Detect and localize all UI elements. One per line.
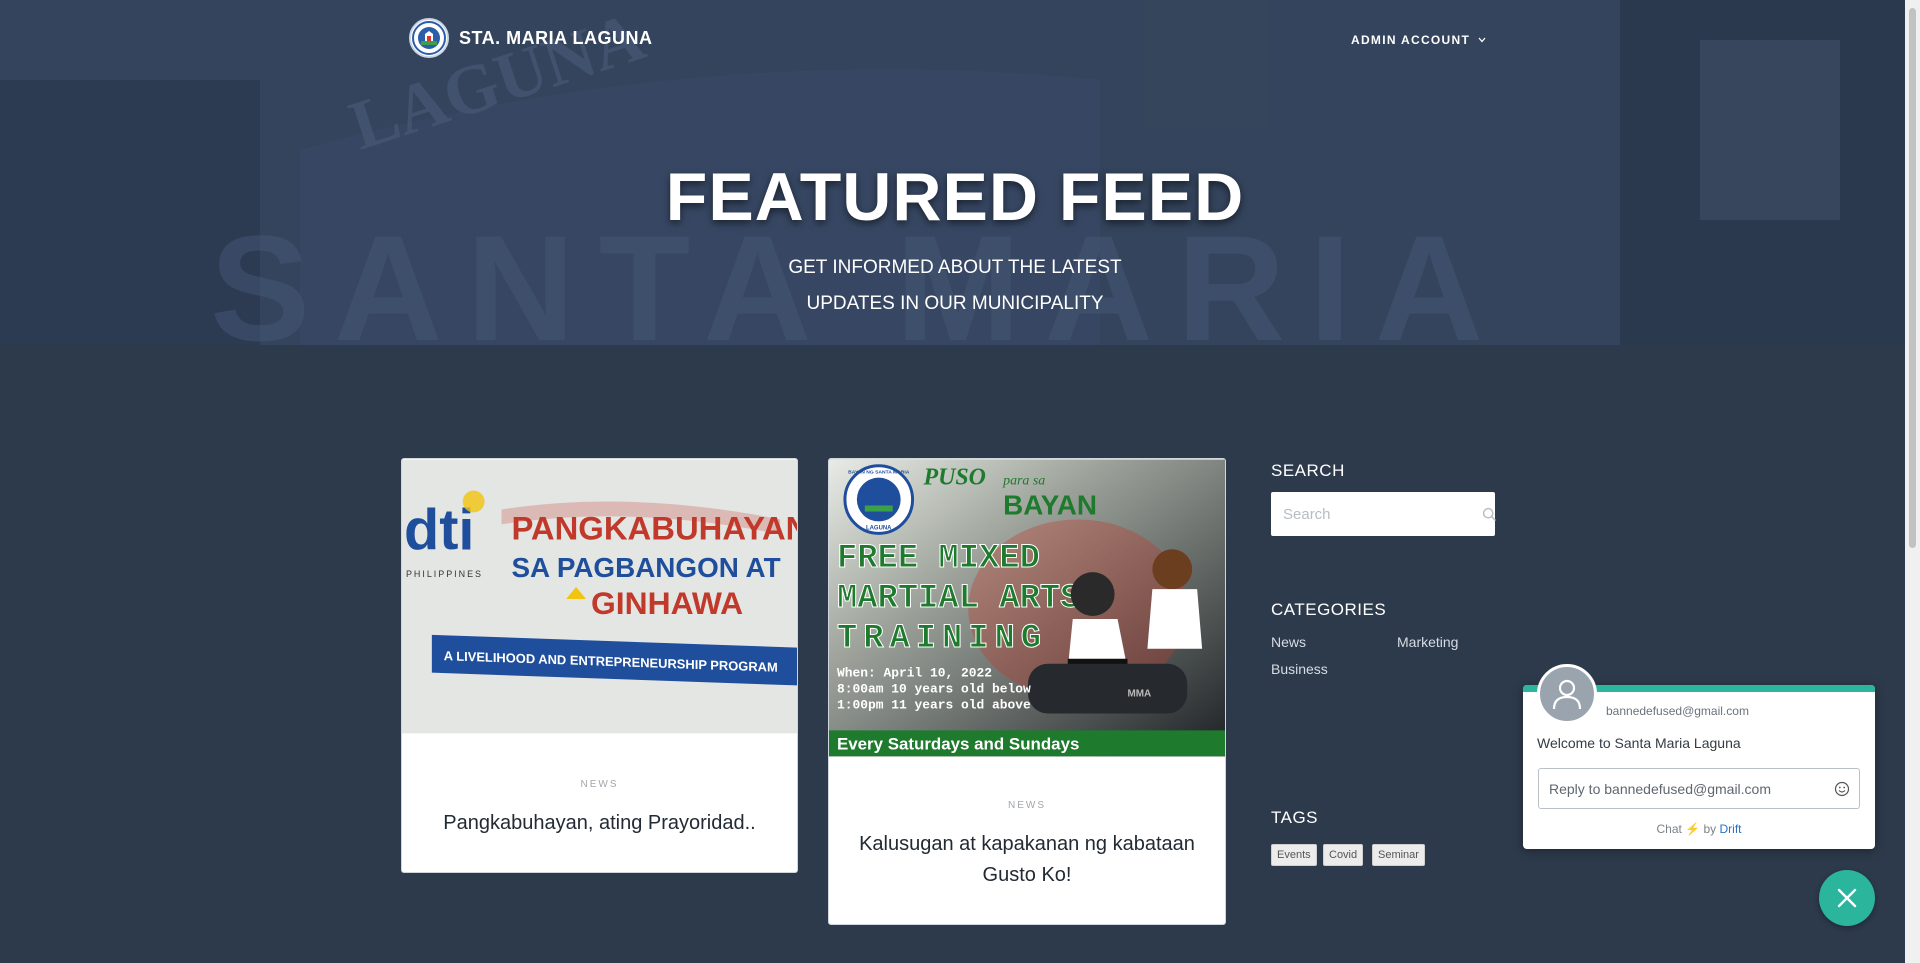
post-category: NEWS	[1008, 800, 1046, 811]
chat-reply-input[interactable]	[1539, 769, 1825, 808]
tag-events[interactable]: Events	[1271, 844, 1317, 866]
image-time-1: 8:00am 10 years old below	[837, 682, 1031, 697]
page-scrollbar[interactable]	[1905, 0, 1920, 963]
bolt-icon: ⚡	[1685, 822, 1701, 836]
category-link-business[interactable]: Business	[1271, 661, 1328, 677]
seal-sub: LAGUNA	[866, 525, 892, 531]
chat-reply-box	[1538, 768, 1860, 809]
post-image-pangkabuhayan[interactable]: dti PHILIPPINES PANGKABUHAYAN SA PAGBANG…	[402, 459, 797, 734]
seal-text: BAYAN NG SANTA MARIA	[848, 470, 910, 476]
image-headline-2: MARTIAL ARTS	[837, 580, 1081, 618]
post-title[interactable]: Pangkabuhayan, ating Prayoridad..	[402, 808, 797, 839]
tag-seminar[interactable]: Seminar	[1372, 844, 1425, 866]
user-icon	[1552, 679, 1582, 710]
account-label: ADMIN ACCOUNT	[1351, 33, 1471, 47]
scrollbar-thumb[interactable]	[1909, 8, 1916, 548]
post-card[interactable]: dti PHILIPPINES PANGKABUHAYAN SA PAGBANG…	[401, 458, 798, 873]
bag-text: MMA	[1127, 689, 1151, 700]
post-image-martial-arts[interactable]: BAYAN NG SANTA MARIA LAGUNA PUSO para sa…	[829, 459, 1225, 757]
image-line-2: SA PAGBANGON AT	[511, 552, 780, 583]
image-headline-3: TRAINING	[837, 620, 1047, 658]
hero-subtitle-line-2: UPDATES IN OUR MUNICIPALITY	[806, 293, 1104, 314]
image-when: When: April 10, 2022	[837, 666, 992, 681]
chevron-down-icon	[1478, 35, 1486, 45]
image-top-1: PUSO	[923, 465, 986, 491]
emoji-icon[interactable]	[1825, 781, 1859, 797]
chat-close-button[interactable]	[1819, 870, 1875, 926]
search-input[interactable]	[1271, 492, 1482, 536]
tags-heading: TAGS	[1271, 808, 1319, 827]
image-headline-1: FREE MIXED	[837, 540, 1040, 578]
chat-agent-email: bannedefused@gmail.com	[1606, 704, 1749, 718]
post-category: NEWS	[580, 779, 619, 790]
image-footer: Every Saturdays and Sundays	[837, 734, 1079, 753]
dti-logo-text: dti	[404, 498, 474, 562]
tag-covid[interactable]: Covid	[1323, 844, 1364, 866]
dti-sub-text: PHILIPPINES	[406, 569, 483, 579]
category-link-news[interactable]: News	[1271, 634, 1306, 650]
brand-link[interactable]: STA. MARIA LAGUNA	[409, 18, 652, 58]
category-link-marketing[interactable]: Marketing	[1397, 634, 1458, 650]
drift-link[interactable]: Drift	[1720, 822, 1742, 836]
page-title: FEATURED FEED	[665, 159, 1245, 235]
image-time-2: 1:00pm 11 years old above	[837, 697, 1031, 712]
image-line-1: PANGKABUHAYAN	[511, 509, 797, 546]
search-box	[1271, 492, 1497, 536]
search-heading: SEARCH	[1271, 461, 1345, 480]
drift-chat-widget: bannedefused@gmail.com Welcome to Santa …	[1523, 664, 1875, 849]
image-line-3: GINHAWA	[591, 585, 743, 621]
hero-section: LAGUNA SANTA MARIA STA. MARIA LAGUNA ADM…	[0, 0, 1920, 345]
navbar: STA. MARIA LAGUNA ADMIN ACCOUNT	[0, 0, 1920, 76]
image-top-2: para sa	[1002, 474, 1045, 489]
brand-name: STA. MARIA LAGUNA	[459, 27, 653, 48]
close-icon	[1837, 888, 1857, 908]
post-card[interactable]: BAYAN NG SANTA MARIA LAGUNA PUSO para sa…	[828, 458, 1226, 925]
avatar	[1537, 664, 1597, 724]
image-top-3: BAYAN	[1003, 489, 1097, 520]
categories-heading: CATEGORIES	[1271, 600, 1387, 619]
chat-footer: Chat ⚡ by Drift	[1656, 822, 1742, 836]
admin-account-dropdown[interactable]: ADMIN ACCOUNT	[1351, 33, 1486, 47]
hero-subtitle-line-1: GET INFORMED ABOUT THE LATEST	[788, 257, 1122, 278]
municipal-seal-logo	[409, 18, 449, 58]
chat-welcome-message: Welcome to Santa Maria Laguna	[1537, 735, 1741, 751]
search-icon[interactable]	[1482, 507, 1497, 522]
post-title[interactable]: Kalusugan at kapakanan ng kabataan Gusto…	[829, 829, 1225, 891]
